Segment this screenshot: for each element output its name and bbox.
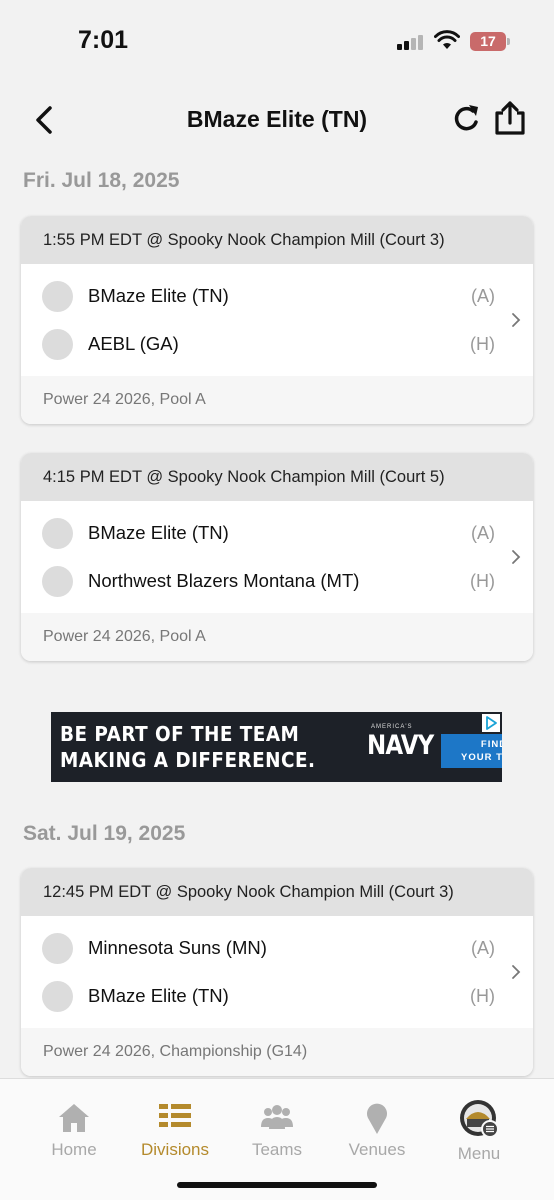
team-avatar <box>42 281 73 312</box>
team-name: BMaze Elite (TN) <box>88 285 229 306</box>
date-header: Sat. Jul 19, 2025 <box>23 822 186 845</box>
team-name: Northwest Blazers Montana (MT) <box>88 570 360 591</box>
tab-menu[interactable]: Menu <box>429 1079 529 1169</box>
status-bar: 7:01 17 <box>0 0 554 80</box>
share-button[interactable] <box>492 100 528 136</box>
nav-header: BMaze Elite (TN) <box>0 90 554 150</box>
cellular-signal-icon <box>397 34 425 50</box>
game-time-venue: 4:15 PM EDT @ Spooky Nook Champion Mill … <box>21 453 533 501</box>
game-card[interactable]: 4:15 PM EDT @ Spooky Nook Champion Mill … <box>21 453 533 661</box>
team-row-home: AEBL (GA) (H) <box>21 320 533 368</box>
tab-label: Home <box>51 1140 97 1159</box>
battery-icon: 17 <box>470 32 506 51</box>
team-side-badge: (A) <box>471 938 495 958</box>
venues-icon <box>367 1103 387 1134</box>
team-row-away: Minnesota Suns (MN) (A) <box>21 924 533 972</box>
team-name: Minnesota Suns (MN) <box>88 937 267 958</box>
team-avatar <box>42 981 73 1012</box>
game-division: Power 24 2026, Pool A <box>21 376 533 424</box>
home-icon <box>59 1104 89 1132</box>
team-avatar <box>42 518 73 549</box>
battery-cap <box>507 38 510 45</box>
team-avatar <box>42 329 73 360</box>
team-side-badge: (H) <box>470 986 495 1006</box>
chevron-right-icon <box>512 550 521 564</box>
team-row-home: Northwest Blazers Montana (MT) (H) <box>21 557 533 605</box>
team-avatar <box>42 566 73 597</box>
tab-divisions[interactable]: Divisions <box>125 1079 225 1169</box>
game-division: Power 24 2026, Championship (G14) <box>21 1028 533 1076</box>
game-card[interactable]: 12:45 PM EDT @ Spooky Nook Champion Mill… <box>21 868 533 1076</box>
team-row-away: BMaze Elite (TN) (A) <box>21 509 533 557</box>
chevron-right-icon <box>512 965 521 979</box>
game-teams: BMaze Elite (TN) (A) AEBL (GA) (H) <box>21 264 533 376</box>
team-name: BMaze Elite (TN) <box>88 985 229 1006</box>
ad-choices-icon[interactable] <box>482 714 500 732</box>
team-side-badge: (A) <box>471 523 495 543</box>
team-side-badge: (A) <box>471 286 495 306</box>
wifi-icon <box>434 30 460 49</box>
home-indicator <box>177 1182 377 1188</box>
ad-cta-line2: YOUR TEAM <box>461 752 502 763</box>
ad-headline-line1: BE PART OF THE TEAM <box>60 722 300 746</box>
tab-label: Menu <box>457 1144 501 1163</box>
refresh-button[interactable] <box>450 102 484 136</box>
game-time-venue: 12:45 PM EDT @ Spooky Nook Champion Mill… <box>21 868 533 916</box>
game-division: Power 24 2026, Pool A <box>21 613 533 661</box>
team-row-home: BMaze Elite (TN) (H) <box>21 972 533 1020</box>
menu-icon <box>460 1100 499 1138</box>
tab-label: Teams <box>251 1140 303 1159</box>
tab-teams[interactable]: Teams <box>227 1079 327 1169</box>
tab-label: Divisions <box>140 1140 210 1159</box>
tab-label: Venues <box>348 1140 406 1159</box>
game-teams: BMaze Elite (TN) (A) Northwest Blazers M… <box>21 501 533 613</box>
game-time-venue: 1:55 PM EDT @ Spooky Nook Champion Mill … <box>21 216 533 264</box>
game-teams: Minnesota Suns (MN) (A) BMaze Elite (TN)… <box>21 916 533 1028</box>
team-side-badge: (H) <box>470 334 495 354</box>
game-card[interactable]: 1:55 PM EDT @ Spooky Nook Champion Mill … <box>21 216 533 424</box>
ad-cta-line1: FIND <box>480 739 502 750</box>
status-time: 7:01 <box>78 26 129 54</box>
ad-banner[interactable]: BE PART OF THE TEAM MAKING A DIFFERENCE.… <box>51 712 502 782</box>
date-header: Fri. Jul 18, 2025 <box>23 169 180 192</box>
team-row-away: BMaze Elite (TN) (A) <box>21 272 533 320</box>
team-name: BMaze Elite (TN) <box>88 522 229 543</box>
divisions-icon <box>159 1104 191 1127</box>
team-side-badge: (H) <box>470 571 495 591</box>
tab-home[interactable]: Home <box>24 1079 124 1169</box>
ad-cta-button[interactable]: FIND YOUR TEAM <box>441 734 502 768</box>
chevron-right-icon <box>512 313 521 327</box>
team-avatar <box>42 933 73 964</box>
tab-venues[interactable]: Venues <box>327 1079 427 1169</box>
team-name: AEBL (GA) <box>88 333 179 354</box>
ad-headline-line2: MAKING A DIFFERENCE. <box>60 748 316 772</box>
teams-icon <box>261 1105 293 1129</box>
battery-level: 17 <box>480 33 496 49</box>
ad-brand-logo: NAVY <box>367 730 434 761</box>
